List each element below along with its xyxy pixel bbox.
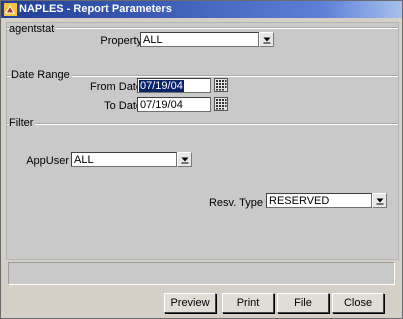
property-dropdown-button[interactable] — [259, 32, 274, 47]
print-button[interactable]: Print — [222, 293, 274, 313]
parameters-panel: agentstat Property ALL Date Range From D… — [6, 22, 399, 260]
property-label: Property — [100, 35, 142, 47]
chevron-down-icon — [181, 157, 189, 164]
resv-type-field[interactable]: RESERVED — [266, 193, 372, 208]
window-title: NAPLES - Report Parameters — [19, 3, 172, 15]
window-app-icon — [4, 3, 17, 16]
from-date-field[interactable]: 07/19/04 — [137, 78, 211, 93]
to-date-calendar-icon[interactable] — [214, 97, 228, 111]
close-button[interactable]: Close — [332, 293, 384, 313]
app-user-field[interactable]: ALL — [71, 152, 177, 167]
to-date-field[interactable]: 07/19/04 — [137, 97, 211, 112]
to-date-label: To Date — [104, 100, 142, 112]
chevron-down-icon — [376, 198, 384, 205]
section-title-date-range: Date Range — [11, 69, 72, 81]
resv-type-label: Resv. Type — [208, 197, 263, 209]
from-date-label: From Date — [90, 81, 142, 93]
app-user-label: AppUser — [26, 155, 69, 167]
title-bar[interactable]: NAPLES - Report Parameters — [1, 1, 402, 18]
status-bar — [8, 262, 395, 285]
filter-divider — [7, 123, 398, 125]
preview-button[interactable]: Preview — [164, 293, 216, 313]
section-title-agentstat: agentstat — [9, 23, 57, 35]
section-title-filter: Filter — [9, 117, 36, 129]
property-field[interactable]: ALL — [140, 32, 259, 47]
resv-type-dropdown-button[interactable] — [372, 193, 387, 208]
app-user-dropdown-button[interactable] — [177, 152, 192, 167]
chevron-down-icon — [263, 37, 271, 44]
file-button[interactable]: File — [277, 293, 329, 313]
from-date-calendar-icon[interactable] — [214, 78, 228, 92]
report-parameters-window: NAPLES - Report Parameters agentstat Pro… — [0, 0, 403, 319]
agentstat-divider — [7, 27, 398, 29]
